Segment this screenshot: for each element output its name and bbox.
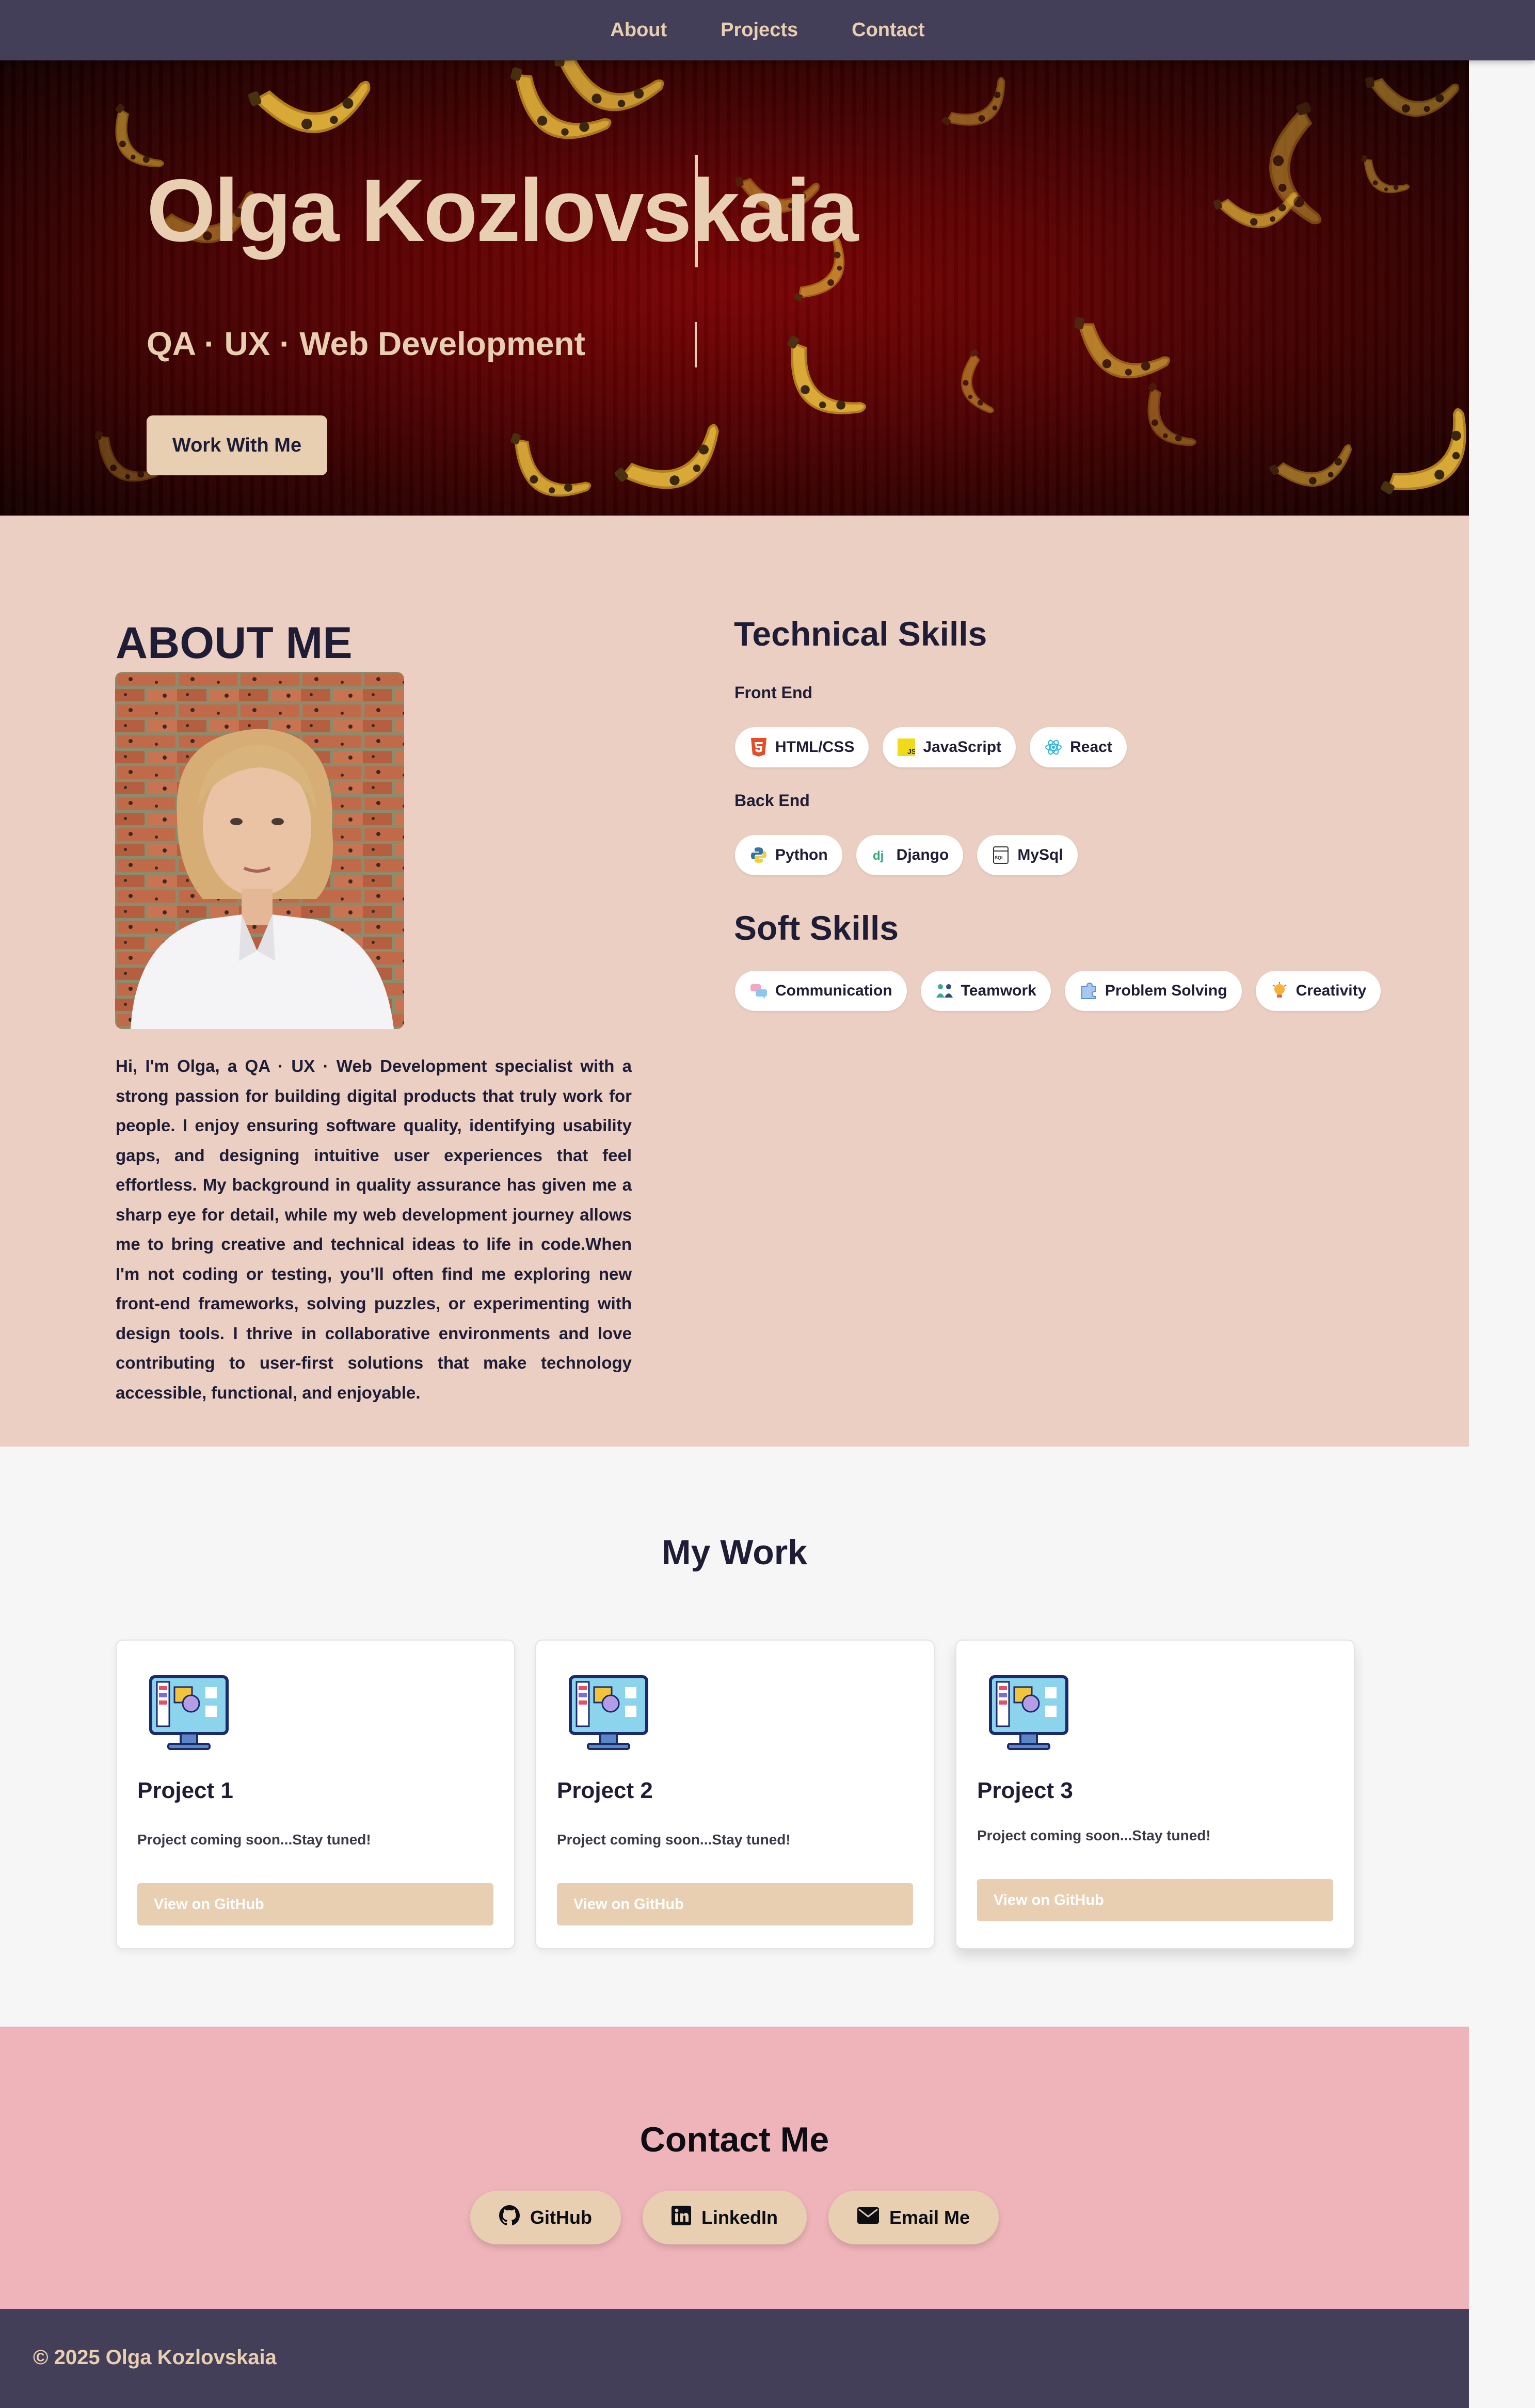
top-nav: About Projects Contact xyxy=(0,0,1535,60)
email-label: Email Me xyxy=(889,2207,970,2228)
computer-monitor-icon xyxy=(989,1675,1068,1750)
projects-section: My Work Project 1 Project coming soon...… xyxy=(0,1447,1469,2027)
my-work-title: My Work xyxy=(661,1533,808,1572)
typing-cursor xyxy=(695,155,698,267)
profile-photo xyxy=(115,672,404,1029)
about-title: ABOUT ME xyxy=(116,618,353,668)
skill-label: React xyxy=(1070,739,1112,756)
project-description: Project coming soon...Stay tuned! xyxy=(137,1832,371,1848)
skill-label: Teamwork xyxy=(961,982,1036,999)
skill-pill-creativity: Creativity xyxy=(1255,971,1381,1011)
view-on-github-button[interactable]: View on GitHub xyxy=(137,1883,493,1925)
envelope-icon xyxy=(857,2207,879,2228)
skill-pill-communication: Communication xyxy=(735,971,907,1011)
nav-link-contact[interactable]: Contact xyxy=(852,19,924,41)
github-label: GitHub xyxy=(530,2207,592,2228)
skill-label: MySql xyxy=(1017,846,1063,863)
copyright-text: © 2025 Olga Kozlovskaia xyxy=(33,2346,277,2369)
skill-pill-django: dj Django xyxy=(856,835,964,875)
skill-label: Python xyxy=(775,846,828,863)
email-me-button[interactable]: Email Me xyxy=(828,2191,999,2244)
contact-links: GitHub LinkedIn Email Me xyxy=(0,2191,1469,2244)
project-title: Project 1 xyxy=(137,1778,233,1803)
soft-skills-title: Soft Skills xyxy=(734,909,899,947)
hero-section: Olga Kozlovskaia QA · UX · Web Developme… xyxy=(0,60,1469,516)
project-title: Project 3 xyxy=(977,1778,1073,1803)
skill-label: HTML/CSS xyxy=(775,739,855,756)
skill-label: Communication xyxy=(775,982,892,999)
contact-title: Contact Me xyxy=(639,2120,829,2159)
lightbulb-icon xyxy=(1270,982,1289,1000)
html5-icon xyxy=(749,738,768,757)
back-end-skills: Python dj Django SQL MySql xyxy=(735,835,1078,875)
project-card-hovered: Project 3 Project coming soon...Stay tun… xyxy=(955,1640,1355,1949)
linkedin-link-button[interactable]: LinkedIn xyxy=(642,2191,807,2244)
nav-link-projects[interactable]: Projects xyxy=(721,19,798,41)
github-icon xyxy=(499,2205,520,2230)
project-card: Project 2 Project coming soon...Stay tun… xyxy=(535,1640,935,1949)
skill-pill-mysql: SQL MySql xyxy=(977,835,1078,875)
puzzle-icon xyxy=(1079,982,1098,1000)
skill-pill-teamwork: Teamwork xyxy=(920,971,1051,1011)
mysql-icon: SQL xyxy=(992,846,1010,864)
computer-monitor-icon xyxy=(149,1675,229,1750)
view-on-github-button[interactable]: View on GitHub xyxy=(557,1883,913,1925)
skill-label: Django xyxy=(896,846,949,863)
skill-pill-html-css: HTML/CSS xyxy=(735,727,869,767)
about-section: ABOUT ME Hi, I'm Olga, a QA · UX · Web D… xyxy=(0,516,1469,1447)
hero-name: Olga Kozlovskaia xyxy=(147,161,858,260)
svg-text:dj: dj xyxy=(873,849,884,863)
skill-label: Creativity xyxy=(1296,982,1367,999)
svg-text:JS: JS xyxy=(907,747,915,756)
nav-link-about[interactable]: About xyxy=(610,19,667,41)
chat-bubbles-icon xyxy=(749,982,768,1000)
soft-skills: Communication Teamwork Problem Solving C… xyxy=(735,971,1381,1011)
project-description: Project coming soon...Stay tuned! xyxy=(557,1832,791,1848)
about-bio: Hi, I'm Olga, a QA · UX · Web Developmen… xyxy=(116,1056,632,1402)
react-icon xyxy=(1044,738,1063,757)
contact-section: Contact Me GitHub LinkedIn Email Me xyxy=(0,2027,1469,2309)
project-title: Project 2 xyxy=(557,1778,653,1803)
project-card: Project 1 Project coming soon...Stay tun… xyxy=(116,1640,515,1949)
python-icon xyxy=(749,846,768,864)
site-footer: © 2025 Olga Kozlovskaia xyxy=(0,2309,1469,2408)
linkedin-label: LinkedIn xyxy=(701,2207,778,2228)
skill-pill-python: Python xyxy=(735,835,842,875)
technical-skills-title: Technical Skills xyxy=(734,615,987,653)
front-end-skills: HTML/CSS JS JavaScript React xyxy=(735,727,1127,767)
javascript-icon: JS xyxy=(897,738,916,757)
skill-label: Problem Solving xyxy=(1105,982,1227,999)
svg-text:SQL: SQL xyxy=(995,855,1004,860)
computer-monitor-icon xyxy=(569,1675,648,1750)
back-end-label: Back End xyxy=(734,791,810,810)
skill-label: JavaScript xyxy=(923,739,1002,756)
typing-cursor-subtitle xyxy=(695,322,697,367)
hero-subtitle: QA · UX · Web Development xyxy=(147,325,585,362)
skill-pill-react: React xyxy=(1030,727,1127,767)
github-link-button[interactable]: GitHub xyxy=(470,2191,621,2244)
front-end-label: Front End xyxy=(734,683,813,702)
skill-pill-javascript: JS JavaScript xyxy=(883,727,1016,767)
team-icon xyxy=(935,982,954,1000)
view-on-github-button[interactable]: View on GitHub xyxy=(977,1879,1333,1921)
linkedin-icon xyxy=(671,2205,691,2230)
django-icon: dj xyxy=(871,846,889,864)
work-with-me-button[interactable]: Work With Me xyxy=(147,415,327,475)
project-description: Project coming soon...Stay tuned! xyxy=(977,1827,1211,1843)
skill-pill-problem-solving: Problem Solving xyxy=(1064,971,1242,1011)
